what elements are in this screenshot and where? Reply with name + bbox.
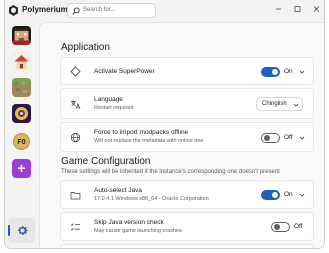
chevron-down-icon — [293, 103, 299, 107]
section-subtitle: These settings will be inherited if the … — [61, 169, 280, 175]
title-bar: Polymerium Search for... — [5, 0, 324, 22]
language-dropdown[interactable]: Chinglish — [256, 97, 303, 111]
sidebar-item-instance-1[interactable] — [12, 26, 31, 45]
minimize-icon — [276, 8, 281, 10]
force-import-toggle[interactable] — [261, 133, 280, 143]
setting-title: Activate SuperPower — [94, 68, 155, 75]
chevron-down-icon[interactable] — [299, 192, 305, 198]
setting-title: Skip Java version check — [94, 219, 164, 226]
folder-icon — [70, 192, 81, 200]
sidebar: FO + — [5, 22, 39, 248]
setting-card-force-import: Force to import modpacks offline Will no… — [60, 122, 314, 152]
setting-card-skip-java-check: Skip Java version check May cause game l… — [60, 212, 314, 241]
pixel-character-avatar — [12, 26, 31, 45]
section-title-game-configuration: Game Configuration — [61, 156, 151, 167]
auto-select-java-toggle[interactable] — [261, 190, 280, 200]
toggle-state-label: Off — [284, 134, 293, 141]
search-icon — [72, 7, 80, 15]
toggle-state-label: On — [284, 68, 293, 75]
setting-card-auto-select-java: Auto-select Java 17.0.4.1 Windows x86_64… — [60, 180, 314, 209]
app-window: Polymerium Search for... FO + Applicatio… — [4, 0, 325, 249]
gear-icon — [18, 226, 28, 235]
toggle-state-label: Off — [294, 223, 303, 230]
language-selected-value: Chinglish — [262, 101, 287, 107]
skip-java-check-toggle[interactable] — [271, 222, 290, 232]
sidebar-item-instance-4[interactable] — [12, 104, 31, 123]
search-box[interactable]: Search for... — [67, 3, 156, 18]
chevron-down-icon[interactable] — [299, 69, 305, 75]
close-icon — [313, 6, 320, 12]
setting-title: Auto-select Java — [94, 187, 143, 194]
window-controls — [269, 0, 324, 18]
app-title: Polymerium — [22, 5, 68, 14]
setting-description: May cause game launching crashes — [94, 228, 182, 234]
toggle-knob — [274, 224, 280, 230]
search-input[interactable]: Search for... — [83, 7, 115, 13]
house-icon — [12, 52, 31, 71]
setting-description: Restart required — [94, 105, 134, 111]
toggle-state-label: On — [284, 191, 293, 198]
globe-icon — [70, 132, 81, 143]
setting-description: Will not replace the metadata with onlin… — [94, 138, 204, 144]
setting-card-superpower: Activate SuperPower On — [60, 57, 314, 85]
maximize-icon — [294, 6, 301, 12]
setting-card-language: Language Restart required Chinglish — [60, 88, 314, 119]
setting-title: Force to import modpacks offline — [94, 129, 189, 136]
translate-icon — [71, 100, 81, 110]
mod-logo-icon — [12, 104, 31, 123]
sidebar-item-settings[interactable] — [8, 218, 35, 243]
setting-card-partial — [60, 244, 314, 248]
checklist-icon — [70, 223, 80, 231]
selection-indicator — [8, 225, 10, 236]
setting-title: Language — [94, 96, 123, 103]
minimize-button[interactable] — [269, 0, 288, 18]
section-title-application: Application — [61, 42, 110, 53]
settings-page: Application Activate SuperPower On Langu… — [39, 22, 324, 248]
toggle-knob — [264, 135, 270, 141]
superpower-toggle[interactable] — [261, 67, 280, 77]
chevron-down-icon[interactable] — [299, 135, 305, 141]
add-instance-button[interactable]: + — [12, 159, 31, 178]
grass-block-icon — [12, 78, 31, 97]
toggle-knob — [272, 192, 278, 198]
maximize-button[interactable] — [288, 0, 307, 18]
sidebar-item-instance-3[interactable] — [12, 78, 31, 97]
sidebar-item-instance-5[interactable]: FO — [13, 133, 30, 150]
app-logo-icon — [9, 5, 18, 16]
sidebar-item-instance-2[interactable] — [12, 52, 31, 71]
setting-description: 17.0.4.1 Windows x86_64 - Oracle Corpora… — [94, 196, 209, 202]
toggle-knob — [272, 69, 278, 75]
diamond-icon — [70, 66, 81, 77]
close-button[interactable] — [307, 0, 324, 18]
